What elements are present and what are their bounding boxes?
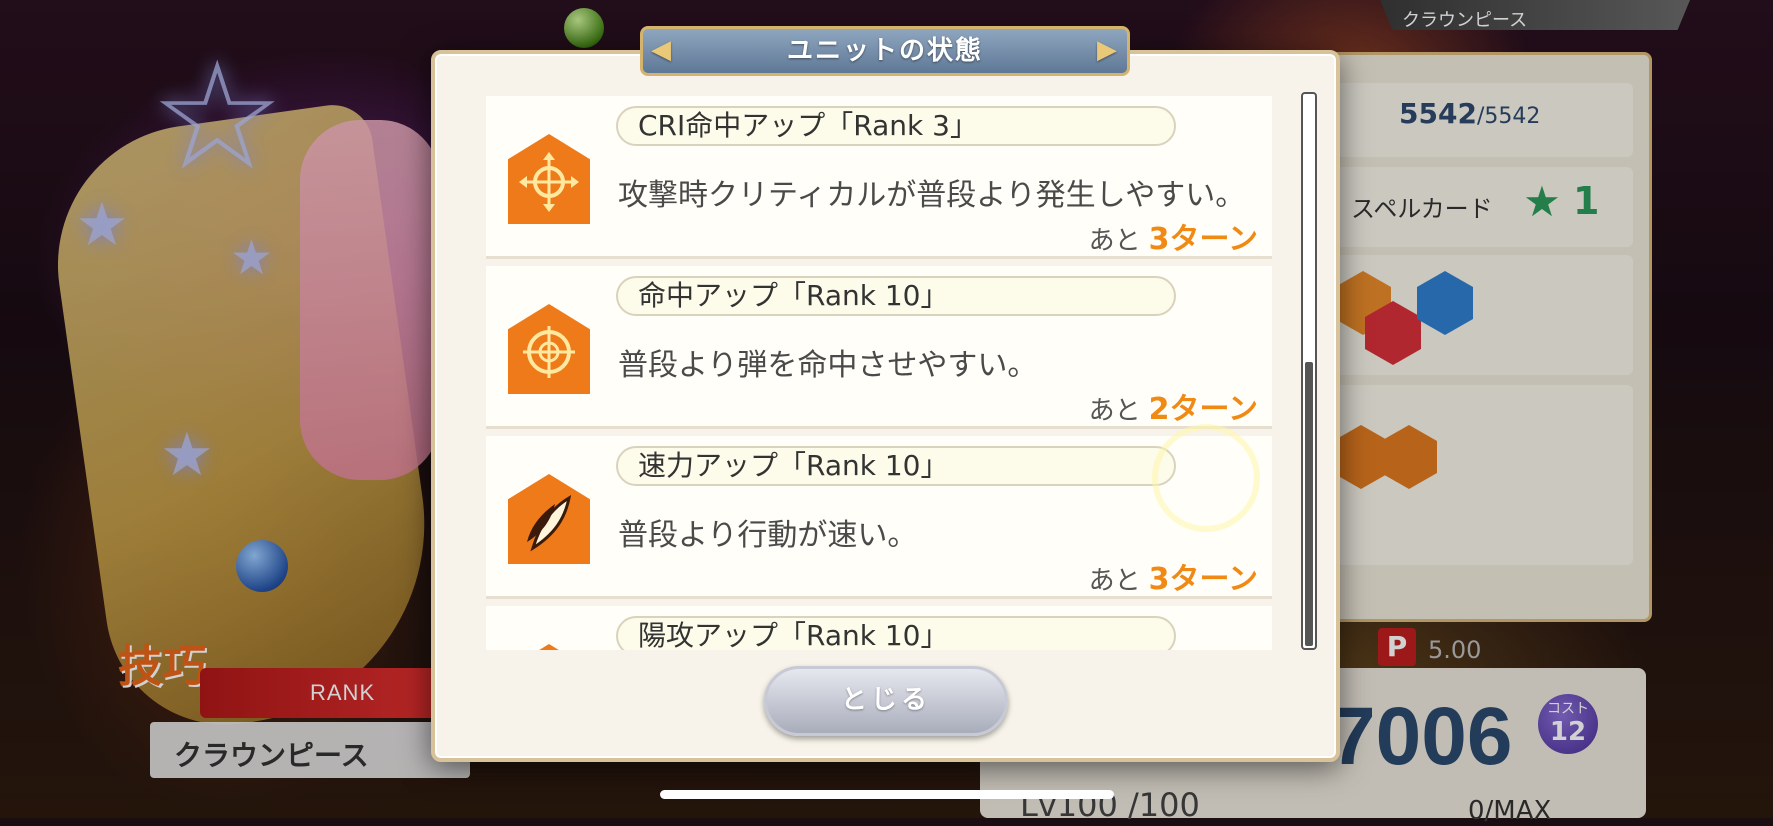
status-list[interactable]: CRI命中アップ「Rank 3」 攻撃時クリティカルが普段より発生しやすい。 あ… xyxy=(486,96,1272,650)
dialog-title-bar: ◀ ユニットの状態 ▶ xyxy=(640,26,1130,76)
status-turns: あと 3ターン xyxy=(1088,222,1258,257)
chevron-right-icon: ▶ xyxy=(1097,35,1119,65)
scrollbar-thumb[interactable] xyxy=(1305,362,1313,646)
status-item: CRI命中アップ「Rank 3」 攻撃時クリティカルが普段より発生しやすい。 あ… xyxy=(486,96,1272,259)
sun-attack-icon xyxy=(508,644,590,650)
status-name: 速力アップ「Rank 10」 xyxy=(616,446,1176,486)
status-list-scrollbar[interactable] xyxy=(1301,92,1317,650)
status-name: CRI命中アップ「Rank 3」 xyxy=(616,106,1176,146)
status-description: 攻撃時クリティカルが普段より発生しやすい。 xyxy=(618,178,1246,213)
chevron-left-icon: ◀ xyxy=(651,35,673,65)
home-indicator[interactable] xyxy=(660,790,1114,799)
status-name: 命中アップ「Rank 10」 xyxy=(616,276,1176,316)
status-item: 陽攻アップ「Rank 10」 xyxy=(486,606,1272,650)
status-name: 陽攻アップ「Rank 10」 xyxy=(616,616,1176,650)
touch-indicator xyxy=(1152,424,1260,532)
status-turns: あと 2ターン xyxy=(1088,392,1258,427)
crosshair-icon xyxy=(508,304,590,394)
crosshair-arrows-icon xyxy=(508,134,590,224)
status-item: 命中アップ「Rank 10」 普段より弾を命中させやすい。 あと 2ターン xyxy=(486,266,1272,429)
close-button[interactable]: とじる xyxy=(764,666,1008,736)
status-turns: あと 3ターン xyxy=(1088,562,1258,597)
status-description: 普段より弾を命中させやすい。 xyxy=(618,348,1038,383)
status-description: 普段より行動が速い。 xyxy=(618,518,918,553)
feather-icon xyxy=(508,474,590,564)
dialog-title: ユニットの状態 xyxy=(786,36,983,66)
